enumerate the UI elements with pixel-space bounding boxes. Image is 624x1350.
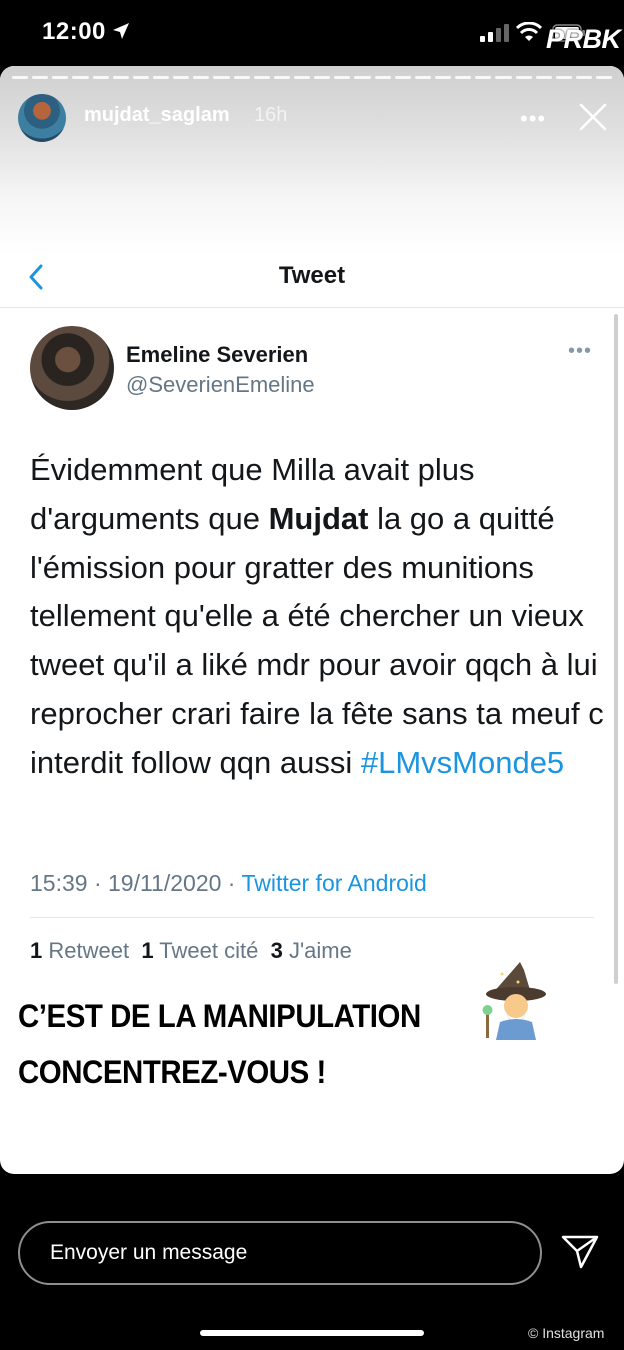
tweet-author-avatar[interactable] xyxy=(30,326,114,410)
story-username[interactable]: mujdat_saglam xyxy=(84,104,230,127)
tweet-more-icon[interactable]: ••• xyxy=(568,340,592,363)
scrollbar[interactable] xyxy=(614,314,618,984)
tweet-author-handle[interactable]: @SeverienEmeline xyxy=(126,372,315,398)
story-progress-segment xyxy=(374,76,391,79)
tweet-client-link[interactable]: Twitter for Android xyxy=(241,870,426,896)
story-progress-segment xyxy=(495,76,512,79)
story-progress-segment xyxy=(213,76,230,79)
story-progress-segment xyxy=(515,76,532,79)
story-progress-segment xyxy=(52,76,69,79)
retweet-label[interactable]: Retweet xyxy=(48,938,129,963)
tweet-author-name[interactable]: Emeline Severien xyxy=(126,342,308,368)
tweet-text-part: la go a quitté l'émission pour gratter d… xyxy=(30,500,604,780)
story-header: mujdat_saglam 16h ••• xyxy=(0,66,624,256)
tweet-text: Évidemment que Milla avait plus d'argume… xyxy=(30,446,610,788)
signal-icon xyxy=(480,24,509,42)
divider xyxy=(30,917,594,918)
instagram-watermark: © Instagram xyxy=(528,1325,605,1341)
story-progress-segment xyxy=(455,76,472,79)
tweet-screen-title: Tweet xyxy=(278,262,346,289)
tweet-hashtag-link[interactable]: #LMvsMonde5 xyxy=(361,745,564,780)
story-progress-segment xyxy=(596,76,613,79)
tweet-screen-header: Tweet xyxy=(0,256,624,308)
retweet-count: 1 xyxy=(30,938,43,963)
story-progress-bar xyxy=(12,76,613,79)
story-progress-segment xyxy=(173,76,190,79)
tweet-timestamp: 15:39 · 19/11/2020 · Twitter for Android xyxy=(30,870,427,897)
clock: 12:00 xyxy=(42,18,106,45)
message-placeholder: Envoyer un message xyxy=(50,1241,248,1264)
like-label[interactable]: J'aime xyxy=(289,938,352,963)
story-progress-segment xyxy=(555,76,572,79)
story-more-icon[interactable]: ••• xyxy=(520,106,546,132)
story-progress-segment xyxy=(354,76,371,79)
story-progress-segment xyxy=(92,76,109,79)
story-caption-line1: C’EST DE LA MANIPULATION xyxy=(18,998,421,1034)
message-input[interactable]: Envoyer un message xyxy=(18,1221,542,1285)
story-progress-segment xyxy=(32,76,49,79)
like-count: 3 xyxy=(270,938,283,963)
story-progress-segment xyxy=(72,76,89,79)
story-progress-segment xyxy=(475,76,492,79)
story-progress-segment xyxy=(434,76,452,79)
story-timestamp: 16h xyxy=(254,104,288,126)
story-progress-segment xyxy=(414,76,431,79)
story-progress-segment xyxy=(12,76,29,79)
story-progress-segment xyxy=(535,76,552,79)
quote-label[interactable]: Tweet cité xyxy=(159,938,258,963)
send-icon[interactable] xyxy=(561,1234,599,1270)
home-indicator[interactable] xyxy=(200,1330,424,1336)
story-caption-line2: CONCENTREZ-VOUS ! xyxy=(18,1054,326,1090)
wizard-emoji-sticker xyxy=(482,962,546,1040)
location-arrow-icon xyxy=(113,23,129,39)
close-icon[interactable] xyxy=(578,102,608,132)
story-progress-segment xyxy=(575,76,593,79)
prbk-watermark: PRBK xyxy=(546,24,621,54)
story-progress-segment xyxy=(132,76,149,79)
story-progress-segment xyxy=(394,76,411,79)
tweet-stats: 1 Retweet 1 Tweet cité 3 J'aime xyxy=(30,938,352,964)
tweet-text-mention: Mujdat xyxy=(268,500,369,536)
story-progress-segment xyxy=(193,76,210,79)
story-progress-segment xyxy=(152,76,170,79)
story-progress-segment xyxy=(233,76,250,79)
story-author-avatar[interactable] xyxy=(18,94,66,142)
story-progress-segment xyxy=(293,76,311,79)
story-progress-segment xyxy=(273,76,290,79)
story-progress-segment xyxy=(334,76,351,79)
wifi-icon xyxy=(516,22,542,41)
quote-count: 1 xyxy=(141,938,154,963)
story-progress-segment xyxy=(112,76,129,79)
tweet-date: 15:39 · 19/11/2020 · xyxy=(30,870,242,896)
status-bar: 12:00 PRBK xyxy=(0,0,624,66)
story-card[interactable]: mujdat_saglam 16h ••• Tweet Emeline Seve… xyxy=(0,66,624,1174)
story-progress-segment xyxy=(253,76,270,79)
story-progress-segment xyxy=(314,76,331,79)
